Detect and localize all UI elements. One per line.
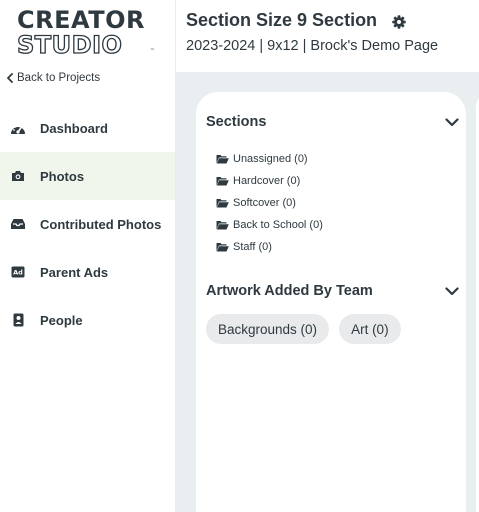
folder-label: Unassigned (0) (233, 153, 308, 165)
back-to-projects-link[interactable]: Back to Projects (6, 72, 100, 84)
folder-label: Back to School (0) (233, 219, 323, 231)
sidebar: CREATOR STUDIO ™ Back to Projects Dashbo… (0, 0, 176, 512)
folder-item-softcover[interactable]: Softcover (0) (216, 192, 323, 214)
title-row: Section Size 9 Section (186, 10, 406, 31)
sidebar-item-label: People (40, 312, 83, 328)
folder-label: Hardcover (0) (233, 175, 301, 187)
inbox-tray-icon (10, 216, 26, 232)
app-window: CREATOR STUDIO ™ Back to Projects Dashbo… (0, 0, 479, 512)
contact-badge-icon (10, 312, 26, 328)
folder-item-unassigned[interactable]: Unassigned (0) (216, 148, 323, 170)
page-title: Section Size 9 Section (186, 10, 378, 30)
page-subtitle: 2023-2024 | 9x12 | Brock's Demo Page (186, 38, 439, 54)
ad-badge-icon: Ad (10, 264, 26, 280)
backgrounds-chip[interactable]: Backgrounds (0) (206, 314, 330, 344)
logo-trademark: ™ (150, 48, 155, 54)
section-folder-list: Unassigned (0) Hardcover (0) Softcover (… (216, 148, 323, 258)
camera-icon (10, 168, 26, 184)
sidebar-item-label: Dashboard (40, 120, 108, 136)
speedometer-icon (10, 120, 26, 136)
main-content: Sections Unassigned (0) Hardcover (0) So… (176, 72, 479, 512)
chevron-down-icon[interactable] (445, 117, 459, 127)
gear-icon[interactable] (392, 15, 406, 29)
folder-open-icon (216, 221, 229, 230)
folder-open-icon (216, 177, 229, 186)
sidebar-item-label: Photos (40, 168, 85, 184)
sidebar-item-label: Contributed Photos (40, 216, 162, 232)
chevron-left-icon (7, 73, 13, 83)
sidebar-item-people[interactable]: People (0, 296, 175, 344)
sidebar-item-parent-ads[interactable]: Ad Parent Ads (0, 248, 175, 296)
art-chip[interactable]: Art (0) (339, 314, 401, 344)
sections-header[interactable]: Sections (206, 114, 459, 130)
folder-label: Softcover (0) (233, 197, 296, 209)
folder-open-icon (216, 199, 229, 208)
folder-item-staff[interactable]: Staff (0) (216, 236, 323, 258)
creator-studio-logo[interactable]: CREATOR STUDIO ™ (16, 6, 157, 59)
sections-title: Sections (206, 114, 267, 130)
folder-open-icon (216, 155, 229, 164)
artwork-header[interactable]: Artwork Added By Team (206, 283, 459, 299)
artwork-title: Artwork Added By Team (206, 283, 373, 299)
photo-sections-panel: Sections Unassigned (0) Hardcover (0) So… (196, 92, 466, 512)
sidebar-item-label: Parent Ads (40, 264, 109, 280)
artwork-chip-group: Backgrounds (0) Art (0) (206, 314, 401, 344)
back-to-projects-label: Back to Projects (17, 72, 101, 84)
logo-line-2: STUDIO (16, 31, 123, 59)
chevron-down-icon[interactable] (445, 286, 459, 296)
folder-open-icon (216, 243, 229, 252)
folder-item-back-to-school[interactable]: Back to School (0) (216, 214, 323, 236)
ad-badge-text: Ad (13, 269, 23, 277)
sidebar-item-dashboard[interactable]: Dashboard (0, 104, 175, 152)
sidebar-item-photos[interactable]: Photos (0, 152, 175, 200)
page-header: Section Size 9 Section 2023-2024 | 9x12 … (176, 0, 479, 72)
sidebar-nav: Dashboard Photos Contributed Photos Ad P… (0, 104, 175, 344)
folder-item-hardcover[interactable]: Hardcover (0) (216, 170, 323, 192)
logo-line-1: CREATOR (17, 6, 145, 34)
sidebar-item-contributed-photos[interactable]: Contributed Photos (0, 200, 175, 248)
folder-label: Staff (0) (233, 241, 272, 253)
